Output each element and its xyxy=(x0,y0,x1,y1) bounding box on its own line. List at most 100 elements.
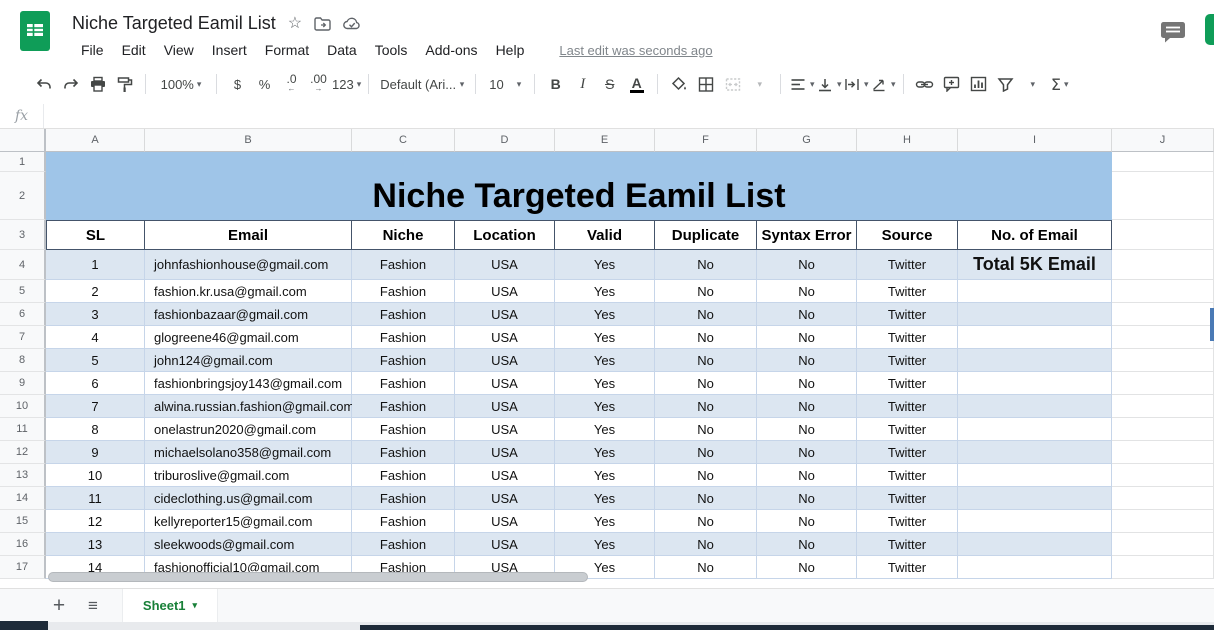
header-cell-niche[interactable]: Niche xyxy=(352,220,455,250)
cell-D8[interactable]: USA xyxy=(455,349,555,372)
cell-D7[interactable]: USA xyxy=(455,326,555,349)
cell-C8[interactable]: Fashion xyxy=(352,349,455,372)
cell-H7[interactable]: Twitter xyxy=(857,326,958,349)
menu-edit[interactable]: Edit xyxy=(113,40,155,60)
cell-D16[interactable]: USA xyxy=(455,533,555,556)
row-header-14[interactable]: 14 xyxy=(0,487,46,510)
add-sheet-button[interactable]: + xyxy=(46,594,72,618)
cell-B11[interactable]: onelastrun2020@gmail.com xyxy=(145,418,352,441)
cell-A5[interactable]: 2 xyxy=(46,280,145,303)
cell-J8[interactable] xyxy=(1112,349,1214,372)
cell-C4[interactable]: Fashion xyxy=(352,250,455,280)
row-header-2[interactable]: 2 xyxy=(0,172,46,220)
row-header-4[interactable]: 4 xyxy=(0,250,46,280)
cell-F6[interactable]: No xyxy=(655,303,757,326)
text-rotation-button[interactable]: ▾ xyxy=(869,70,896,98)
cell-E9[interactable]: Yes xyxy=(555,372,655,395)
column-header-H[interactable]: H xyxy=(857,129,958,152)
cell-D14[interactable]: USA xyxy=(455,487,555,510)
bold-button[interactable]: B xyxy=(542,70,569,98)
cell-E4[interactable]: Yes xyxy=(555,250,655,280)
cell-J11[interactable] xyxy=(1112,418,1214,441)
header-cell-sl[interactable]: SL xyxy=(46,220,145,250)
cell-H12[interactable]: Twitter xyxy=(857,441,958,464)
cell-J3[interactable] xyxy=(1112,220,1214,250)
vertical-align-button[interactable]: ▾ xyxy=(815,70,842,98)
cell-H6[interactable]: Twitter xyxy=(857,303,958,326)
cell-G16[interactable]: No xyxy=(757,533,857,556)
cell-B4[interactable]: johnfashionhouse@gmail.com xyxy=(145,250,352,280)
cell-H5[interactable]: Twitter xyxy=(857,280,958,303)
cell-E12[interactable]: Yes xyxy=(555,441,655,464)
cell-C12[interactable]: Fashion xyxy=(352,441,455,464)
cell-J12[interactable] xyxy=(1112,441,1214,464)
increase-decimal-button[interactable]: .00→ xyxy=(305,70,332,98)
share-button[interactable] xyxy=(1205,14,1214,45)
cell-B7[interactable]: glogreene46@gmail.com xyxy=(145,326,352,349)
merge-cells-menu[interactable]: ▾ xyxy=(746,70,773,98)
cell-E6[interactable]: Yes xyxy=(555,303,655,326)
functions-button[interactable]: Σ▾ xyxy=(1046,70,1073,98)
text-color-button[interactable]: A xyxy=(623,70,650,98)
row-header-6[interactable]: 6 xyxy=(0,303,46,326)
decrease-decimal-button[interactable]: .0← xyxy=(278,70,305,98)
font-size-select[interactable]: 10▾ xyxy=(483,70,527,98)
cell-B5[interactable]: fashion.kr.usa@gmail.com xyxy=(145,280,352,303)
menu-file[interactable]: File xyxy=(72,40,113,60)
menu-help[interactable]: Help xyxy=(487,40,534,60)
cell-A15[interactable]: 12 xyxy=(46,510,145,533)
cell-H10[interactable]: Twitter xyxy=(857,395,958,418)
cell-I7[interactable] xyxy=(958,326,1112,349)
cell-I6[interactable] xyxy=(958,303,1112,326)
cell-J5[interactable] xyxy=(1112,280,1214,303)
cell-D12[interactable]: USA xyxy=(455,441,555,464)
column-header-I[interactable]: I xyxy=(958,129,1112,152)
cell-C11[interactable]: Fashion xyxy=(352,418,455,441)
cell-C14[interactable]: Fashion xyxy=(352,487,455,510)
text-wrap-button[interactable]: ▾ xyxy=(842,70,869,98)
cell-H16[interactable]: Twitter xyxy=(857,533,958,556)
vertical-scrollbar[interactable] xyxy=(1210,308,1214,341)
cell-C10[interactable]: Fashion xyxy=(352,395,455,418)
cell-B15[interactable]: kellyreporter15@gmail.com xyxy=(145,510,352,533)
select-all-corner[interactable] xyxy=(0,129,46,152)
cell-I5[interactable] xyxy=(958,280,1112,303)
cell-F14[interactable]: No xyxy=(655,487,757,510)
row-header-17[interactable]: 17 xyxy=(0,556,46,579)
cell-G11[interactable]: No xyxy=(757,418,857,441)
cell-I15[interactable] xyxy=(958,510,1112,533)
cell-E13[interactable]: Yes xyxy=(555,464,655,487)
cell-B10[interactable]: alwina.russian.fashion@gmail.com xyxy=(145,395,352,418)
cell-H4[interactable]: Twitter xyxy=(857,250,958,280)
cell-A8[interactable]: 5 xyxy=(46,349,145,372)
cell-F15[interactable]: No xyxy=(655,510,757,533)
cell-E10[interactable]: Yes xyxy=(555,395,655,418)
cell-H8[interactable]: Twitter xyxy=(857,349,958,372)
document-title[interactable]: Niche Targeted Eamil List xyxy=(72,13,276,34)
title-block-top[interactable] xyxy=(46,152,1112,172)
cell-C15[interactable]: Fashion xyxy=(352,510,455,533)
column-header-C[interactable]: C xyxy=(352,129,455,152)
cell-C5[interactable]: Fashion xyxy=(352,280,455,303)
cell-I11[interactable] xyxy=(958,418,1112,441)
cell-I4[interactable]: Total 5K Email xyxy=(958,250,1112,280)
sheets-logo-icon[interactable] xyxy=(20,11,50,51)
cell-F11[interactable]: No xyxy=(655,418,757,441)
cell-I12[interactable] xyxy=(958,441,1112,464)
cell-C6[interactable]: Fashion xyxy=(352,303,455,326)
cell-D6[interactable]: USA xyxy=(455,303,555,326)
all-sheets-button[interactable]: ≡ xyxy=(80,596,106,616)
row-header-3[interactable]: 3 xyxy=(0,220,46,250)
horizontal-scrollbar[interactable] xyxy=(48,572,588,582)
row-header-8[interactable]: 8 xyxy=(0,349,46,372)
cell-A10[interactable]: 7 xyxy=(46,395,145,418)
cell-G8[interactable]: No xyxy=(757,349,857,372)
cell-F4[interactable]: No xyxy=(655,250,757,280)
cell-D10[interactable]: USA xyxy=(455,395,555,418)
cell-A13[interactable]: 10 xyxy=(46,464,145,487)
cell-F13[interactable]: No xyxy=(655,464,757,487)
insert-chart-button[interactable] xyxy=(965,70,992,98)
borders-button[interactable] xyxy=(692,70,719,98)
cell-J2[interactable] xyxy=(1112,172,1214,220)
formula-input[interactable] xyxy=(44,104,1214,128)
